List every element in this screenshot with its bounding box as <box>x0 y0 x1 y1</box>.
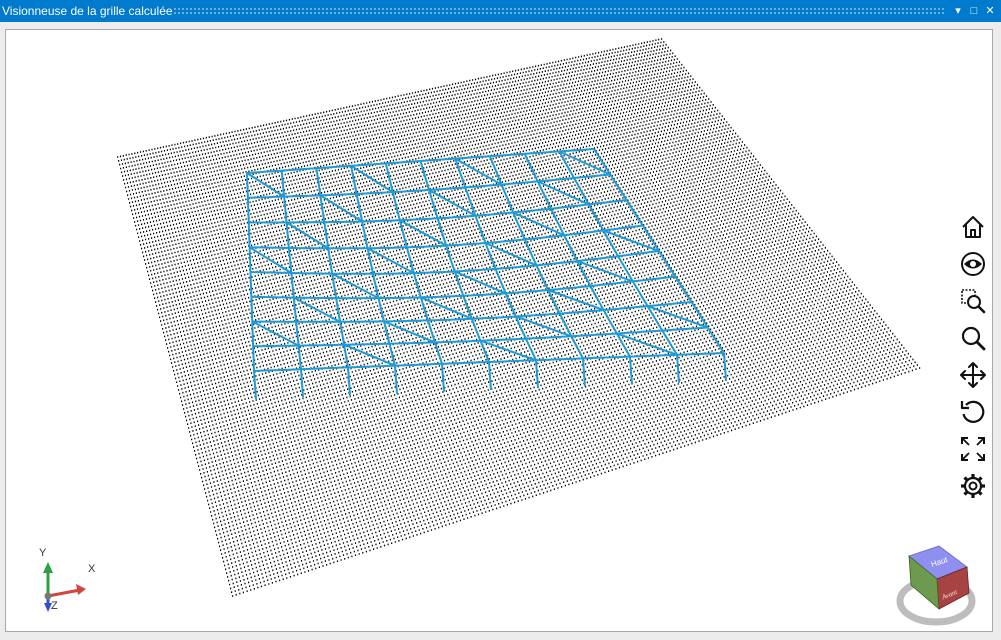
window-maximize-button[interactable]: □ <box>966 2 982 20</box>
mesh-line <box>343 343 396 367</box>
z-axis-label: Z <box>51 600 58 612</box>
mesh-leg-line <box>300 369 304 398</box>
view-toolbar <box>958 212 992 508</box>
mesh-leg-line <box>582 358 586 387</box>
x-axis-line <box>47 588 81 598</box>
settings-button[interactable] <box>958 471 988 501</box>
zoom-button[interactable] <box>958 323 988 353</box>
zoom-window-icon <box>961 289 986 314</box>
zoom-window-button[interactable] <box>958 286 988 316</box>
title-bar-grip <box>173 7 944 14</box>
mesh-leg-line <box>535 360 539 389</box>
y-axis-label: Y <box>39 547 47 559</box>
eye-icon <box>961 252 985 276</box>
settings-gear-icon <box>961 474 985 498</box>
pan-button[interactable] <box>958 360 988 390</box>
mesh-leg-line <box>394 365 398 394</box>
window-close-button[interactable]: ✕ <box>982 2 998 20</box>
home-view-button[interactable] <box>958 212 988 242</box>
window-pin-dropdown-button[interactable]: ▾ <box>950 2 966 20</box>
mesh-line <box>246 172 285 198</box>
title-bar[interactable]: Visionneuse de la grille calculée ▾ □ ✕ <box>0 0 1001 22</box>
zoom-icon <box>961 326 986 351</box>
mesh-line <box>249 246 292 274</box>
grid-viewer-window: Visionneuse de la grille calculée ▾ □ ✕ <box>0 0 1001 640</box>
home-icon <box>962 216 984 238</box>
grid-scene[interactable] <box>6 30 992 631</box>
axis-triad: Y X Z <box>39 547 96 612</box>
view-eye-button[interactable] <box>958 249 988 279</box>
mesh-leg-line <box>488 361 492 391</box>
rotate-icon <box>960 400 985 423</box>
rotate-button[interactable] <box>958 397 988 427</box>
x-axis-label: X <box>88 563 96 575</box>
y-axis-arrow <box>43 562 53 573</box>
mesh-leg-line <box>347 367 351 396</box>
pan-icon <box>960 362 986 388</box>
mesh-line <box>537 180 590 206</box>
fit-extents-button[interactable] <box>958 434 988 464</box>
3d-viewport[interactable]: Y X Z Haut Avant <box>5 29 993 632</box>
x-axis-arrow <box>76 584 86 595</box>
view-cube[interactable]: Haut Avant <box>893 541 983 627</box>
axis-origin <box>44 592 52 600</box>
mesh-leg-line <box>676 354 680 383</box>
window-title: Visionneuse de la grille calculée <box>2 4 173 18</box>
fit-extents-icon <box>961 437 985 461</box>
